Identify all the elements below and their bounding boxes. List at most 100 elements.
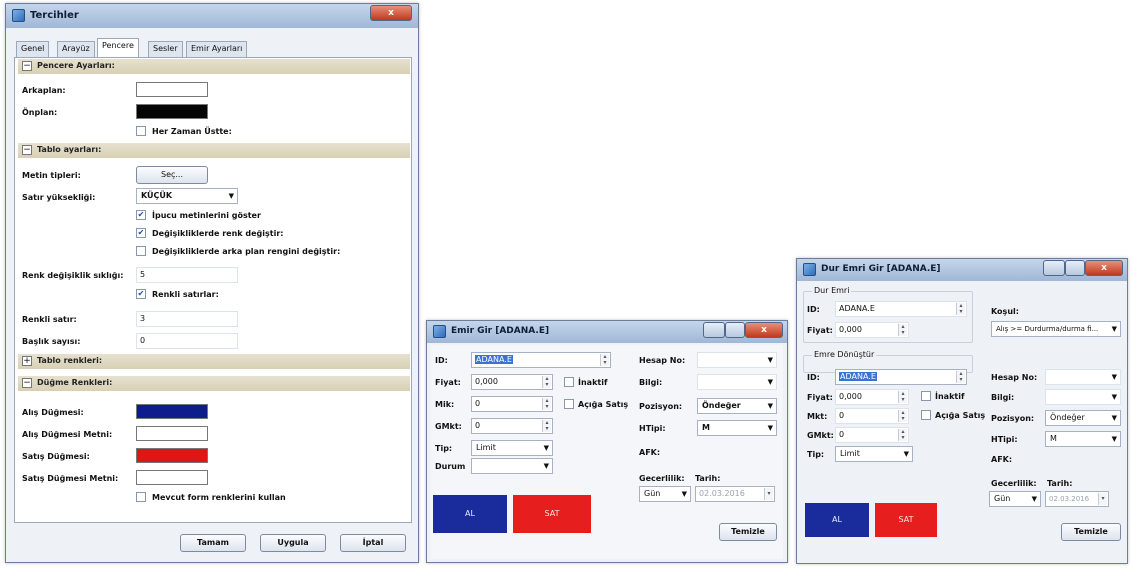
bilgi-dropdown[interactable]: ▼: [697, 374, 777, 390]
chevron-down-icon: ▼: [767, 424, 773, 432]
section-pencere-ayarlari[interactable]: − Pencere Ayarları:: [18, 59, 410, 74]
inaktif-checkbox[interactable]: [564, 377, 574, 387]
spinner-icon[interactable]: ▴ ▾: [898, 391, 907, 403]
spinner-icon[interactable]: ▴ ▾: [542, 376, 551, 388]
close-button[interactable]: x: [370, 5, 412, 21]
tab-sesler[interactable]: Sesler: [148, 41, 183, 57]
close-button[interactable]: x: [745, 322, 783, 338]
section-tablo-ayarlari[interactable]: − Tablo ayarları:: [18, 143, 410, 158]
arkaplan-color-swatch[interactable]: [136, 82, 208, 97]
tip-dropdown[interactable]: Limit ▼: [471, 440, 553, 456]
renk-sikligi-input[interactable]: 5: [136, 267, 238, 283]
onplan-color-swatch[interactable]: [136, 104, 208, 119]
calendar-dropdown-icon[interactable]: ▾: [764, 488, 773, 500]
pozisyon-dropdown[interactable]: Öndeğer ▼: [1045, 410, 1121, 426]
satis-text-color-swatch[interactable]: [136, 470, 208, 485]
iptal-button[interactable]: İptal: [340, 534, 406, 552]
renk-degistir-checkbox[interactable]: ✔: [136, 228, 146, 238]
calendar-dropdown-icon[interactable]: ▾: [1098, 493, 1107, 505]
spinner-icon[interactable]: ▴ ▾: [898, 429, 907, 441]
maximize-button[interactable]: [1065, 260, 1085, 276]
arka-plan-checkbox[interactable]: [136, 246, 146, 256]
tab-genel[interactable]: Genel: [16, 41, 50, 57]
section-tablo-renkleri[interactable]: + Tablo renkleri:: [18, 354, 410, 369]
tamam-button[interactable]: Tamam: [180, 534, 246, 552]
tarih-input[interactable]: 02.03.2016 ▾: [1045, 491, 1109, 507]
baslik-sayisi-input[interactable]: 0: [136, 333, 238, 349]
acga-satis-checkbox[interactable]: [921, 410, 931, 420]
id2-input[interactable]: ADANA.E ▴ ▾: [835, 369, 967, 385]
hesap-no-dropdown[interactable]: ▼: [697, 352, 777, 368]
her-zaman-ustte-checkbox[interactable]: [136, 126, 146, 136]
section-dugme-renkleri[interactable]: − Düğme Renkleri:: [18, 376, 410, 391]
gmik-input[interactable]: 0 ▴ ▾: [471, 418, 553, 434]
gecerlilik-dropdown[interactable]: Gün ▼: [989, 491, 1041, 507]
tab-pencere[interactable]: Pencere: [97, 38, 139, 58]
al-label: AL: [465, 509, 475, 518]
kosul-dropdown[interactable]: Alış >= Durdurma/durma fi... ▼: [991, 321, 1121, 337]
spinner-icon[interactable]: ▴ ▾: [542, 398, 551, 410]
uygula-button[interactable]: Uygula: [260, 534, 326, 552]
emir-gir-window: Emir Gir [ADANA.E] x ID: ADANA.E ▴ ▾ Fiya…: [426, 320, 788, 563]
al-button[interactable]: AL: [805, 503, 869, 537]
chevron-down-icon: ▼: [1111, 322, 1117, 336]
tip-label: Tip:: [435, 444, 453, 453]
kosul-value: Alış >= Durdurma/durma fi...: [996, 325, 1099, 333]
acga-satis-checkbox[interactable]: [564, 399, 574, 409]
htip-dropdown[interactable]: M ▼: [1045, 431, 1121, 447]
id-input[interactable]: ADANA.E ▴ ▾: [471, 352, 611, 368]
gmik-input[interactable]: 0 ▴ ▾: [835, 427, 909, 443]
spinner-icon[interactable]: ▴ ▾: [898, 410, 907, 422]
minimize-button[interactable]: [1043, 260, 1065, 276]
sat-button[interactable]: SAT: [513, 495, 591, 533]
miktar-input[interactable]: 0 ▴ ▾: [471, 396, 553, 412]
title-bar[interactable]: Tercihler x: [6, 4, 418, 28]
tarih-input[interactable]: 02.03.2016 ▾: [695, 486, 775, 502]
spinner-icon[interactable]: ▴ ▾: [600, 354, 609, 366]
spinner-icon[interactable]: ▴ ▾: [956, 303, 965, 315]
spinner-icon[interactable]: ▴ ▾: [898, 324, 907, 336]
alis-text-color-swatch[interactable]: [136, 426, 208, 441]
satir-yuksekligi-dropdown[interactable]: KÜÇÜK ▼: [136, 188, 238, 204]
close-button[interactable]: x: [1085, 260, 1123, 276]
durum-dropdown[interactable]: ▼: [471, 458, 553, 474]
renkli-satirlar-checkbox[interactable]: ✔: [136, 289, 146, 299]
fiyat-input[interactable]: 0,000 ▴ ▾: [471, 374, 553, 390]
tip-label: Tip:: [807, 450, 825, 459]
temizle-button[interactable]: Temizle: [719, 523, 777, 541]
title-bar[interactable]: Emir Gir [ADANA.E] x: [427, 321, 787, 343]
miktar-input[interactable]: 0 ▴ ▾: [835, 408, 909, 424]
al-button[interactable]: AL: [433, 495, 507, 533]
tab-arayuz[interactable]: Arayüz: [57, 41, 95, 57]
gecerlilik-dropdown[interactable]: Gün ▼: [639, 486, 691, 502]
fiyat-label: Fiyat:: [435, 378, 461, 387]
fiyat-input[interactable]: 0,000 ▴ ▾: [835, 322, 909, 338]
maximize-button[interactable]: [725, 322, 745, 338]
minimize-button[interactable]: [703, 322, 725, 338]
alis-color-swatch[interactable]: [136, 404, 208, 419]
id-input[interactable]: ADANA.E ▴ ▾: [835, 301, 967, 317]
hesap-no-dropdown[interactable]: ▼: [1045, 369, 1121, 385]
renkli-satir-input[interactable]: 3: [136, 311, 238, 327]
spinner-icon[interactable]: ▴ ▾: [542, 420, 551, 432]
bilgi-dropdown[interactable]: ▼: [1045, 389, 1121, 405]
preferences-window: Tercihler x Genel Arayüz Pencere Sesler …: [5, 3, 419, 563]
title-bar[interactable]: Dur Emri Gir [ADANA.E] x: [797, 259, 1127, 281]
temizle-button[interactable]: Temizle: [1061, 523, 1121, 541]
sec-button[interactable]: Seç...: [136, 166, 208, 184]
gecerlilik-value: Gün: [644, 489, 661, 498]
durum-label: Durum: [435, 462, 466, 471]
fiyat2-input[interactable]: 0,000 ▴ ▾: [835, 389, 909, 405]
satis-color-swatch[interactable]: [136, 448, 208, 463]
section-title: Düğme Renkleri:: [37, 378, 113, 387]
htip-dropdown[interactable]: M ▼: [697, 420, 777, 436]
tip-dropdown[interactable]: Limit ▼: [835, 446, 913, 462]
inaktif-checkbox[interactable]: [921, 391, 931, 401]
ipucu-checkbox[interactable]: ✔: [136, 210, 146, 220]
tab-emir-ayarlari[interactable]: Emir Ayarları: [186, 41, 248, 57]
section-title: Tablo ayarları:: [37, 145, 102, 154]
pozisyon-dropdown[interactable]: Öndeğer ▼: [697, 398, 777, 414]
mevcut-form-checkbox[interactable]: [136, 492, 146, 502]
spinner-icon[interactable]: ▴ ▾: [956, 371, 965, 383]
sat-button[interactable]: SAT: [875, 503, 937, 537]
